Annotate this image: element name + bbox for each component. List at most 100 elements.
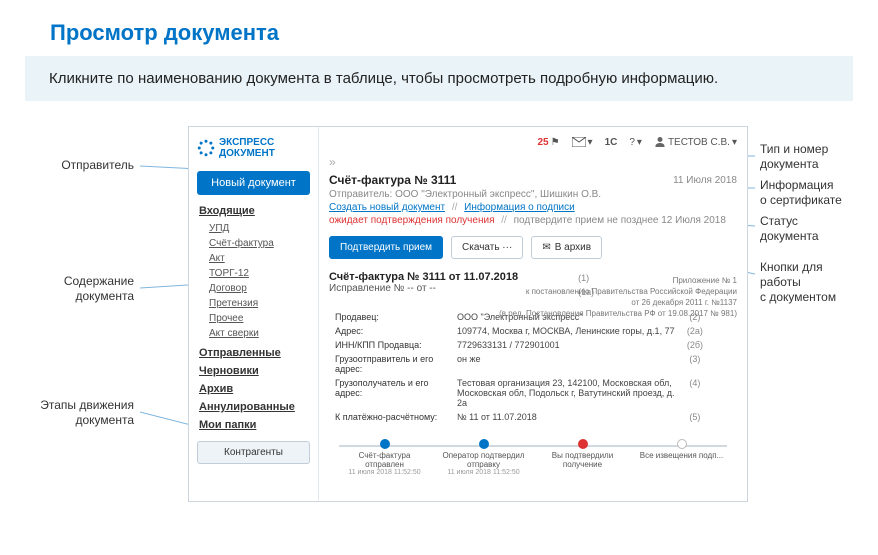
download-button[interactable]: Скачать ··· (451, 236, 523, 259)
doc-links: Создать новый документ // Информация о п… (329, 202, 737, 213)
folders-list: Входящие УПДСчёт-фактураАктТОРГ-12Договор… (189, 205, 318, 431)
callout-steps: Этапы движения документа (24, 398, 134, 428)
notifications-badge[interactable]: 25⚑ (537, 137, 559, 148)
link-separator: // (452, 202, 458, 213)
field-key: Адрес: (331, 325, 451, 337)
help-label: ? (629, 137, 635, 148)
flag-icon: ⚑ (551, 137, 560, 148)
expand-icon[interactable]: » (329, 155, 737, 169)
caret-down-icon: ▾ (637, 137, 642, 148)
folder-item[interactable]: Акт сверки (199, 326, 308, 341)
callout-sender: Отправитель (24, 158, 134, 173)
folder-group[interactable]: Черновики (199, 365, 308, 377)
step-time: 11 июля 2018 11:52:50 (348, 469, 420, 477)
folder-group[interactable]: Аннулированные (199, 401, 308, 413)
doc-body-correction: Исправление № -- от -- (329, 283, 518, 294)
step-dot (380, 439, 390, 449)
confirm-receive-button[interactable]: Подтвердить прием (329, 236, 443, 259)
field-key: К платёжно-расчётному: (331, 411, 451, 423)
step-label: Все извещения подп... (637, 451, 727, 460)
top-toolbar: 25⚑ ▾ 1С ? ▾ ТЕСТОВ С.В. ▾ (329, 133, 737, 151)
field-row: Адрес:109774, Москва г, МОСКВА, Ленински… (331, 325, 707, 337)
step-node: Счёт-фактура отправлен11 июля 2018 11:52… (335, 439, 434, 477)
field-value: 109774, Москва г, МОСКВА, Ленинские горы… (453, 325, 681, 337)
step-label: Вы подтвердили получение (538, 451, 628, 469)
logo-line1: ЭКСПРЕСС (219, 137, 275, 148)
envelope-icon: ✉ (542, 242, 550, 253)
callout-type-number: Тип и номер документа (760, 142, 870, 172)
callout-buttons: Кнопки для работы с документом (760, 260, 870, 305)
sender-line: Отправитель: ООО "Электронный экспресс",… (329, 189, 737, 200)
help-button[interactable]: ? ▾ (629, 137, 642, 148)
field-idx: (2а) (683, 325, 707, 337)
caret-down-icon: ▾ (732, 137, 737, 148)
user-menu[interactable]: ТЕСТОВ С.В. ▾ (654, 136, 737, 148)
document-date: 11 Июля 2018 (673, 175, 737, 186)
field-key: Продавец: (331, 311, 451, 323)
page-hint: Кликните по наименованию документа в таб… (25, 56, 853, 101)
contractors-button[interactable]: Контрагенты (197, 441, 310, 464)
field-key: Грузополучатель и его адрес: (331, 377, 451, 409)
field-idx: (5) (683, 411, 707, 423)
folder-item[interactable]: Прочее (199, 311, 308, 326)
folder-item[interactable]: Счёт-фактура (199, 236, 308, 251)
field-row: К платёжно-расчётному:№ 11 от 11.07.2018… (331, 411, 707, 423)
folder-group[interactable]: Отправленные (199, 347, 308, 359)
user-name: ТЕСТОВ С.В. (668, 137, 730, 148)
regulatory-note: Приложение № 1к постановлению Правительс… (499, 275, 737, 319)
doc-fields-table: Продавец:ООО "Электронный экспресс"(2)Ад… (329, 309, 709, 425)
field-value: 7729633131 / 772901001 (453, 339, 681, 351)
create-new-doc-link[interactable]: Создать новый документ (329, 202, 445, 213)
step-dot (479, 439, 489, 449)
callout-cert-info: Информация о сертификате (760, 178, 870, 208)
field-key: ИНН/КПП Продавца: (331, 339, 451, 351)
step-label: Оператор подтвердил отправку (439, 451, 529, 469)
folder-item[interactable]: УПД (199, 221, 308, 236)
status-note: подтвердите прием не позднее 12 Июля 201… (514, 215, 726, 226)
folder-item[interactable]: Претензия (199, 296, 308, 311)
folder-item[interactable]: Акт (199, 251, 308, 266)
snowflake-icon (197, 139, 215, 157)
doc-body-title: Счёт-фактура № 3111 от 11.07.2018 (329, 271, 518, 283)
folder-group[interactable]: Входящие (199, 205, 308, 217)
logo-line2: ДОКУМЕНТ (219, 148, 275, 159)
sidebar: ЭКСПРЕСС ДОКУМЕНТ Новый документ Входящи… (189, 127, 319, 501)
field-value: Тестовая организация 23, 142100, Московс… (453, 377, 681, 409)
field-row: ИНН/КПП Продавца:7729633131 / 772901001(… (331, 339, 707, 351)
diagram: Отправитель Содержание документа Этапы д… (0, 126, 878, 526)
callout-content: Содержание документа (24, 274, 134, 304)
main-pane: 25⚑ ▾ 1С ? ▾ ТЕСТОВ С.В. ▾ » Счёт-фактур… (319, 127, 747, 501)
folder-item[interactable]: Договор (199, 281, 308, 296)
user-icon (654, 136, 666, 148)
step-node: Все извещения подп... (632, 439, 731, 477)
field-value: он же (453, 353, 681, 375)
status-waiting: ожидает подтверждения получения (329, 215, 494, 226)
field-value: № 11 от 11.07.2018 (453, 411, 681, 423)
status-line: ожидает подтверждения получения // подтв… (329, 215, 737, 226)
signature-info-link[interactable]: Информация о подписи (464, 202, 575, 213)
one-c-button[interactable]: 1С (605, 137, 618, 148)
archive-button[interactable]: ✉В архив (531, 236, 602, 259)
step-dot (578, 439, 588, 449)
document-title: Счёт-фактура № 3111 (329, 173, 456, 187)
folder-group[interactable]: Мои папки (199, 419, 308, 431)
step-dot (677, 439, 687, 449)
field-row: Грузоотправитель и его адрес:он же(3) (331, 353, 707, 375)
app-window: ЭКСПРЕСС ДОКУМЕНТ Новый документ Входящи… (188, 126, 748, 502)
new-document-button[interactable]: Новый документ (197, 171, 310, 195)
field-idx: (3) (683, 353, 707, 375)
mail-icon[interactable]: ▾ (572, 137, 593, 148)
status-separator: // (501, 215, 507, 226)
progress-stepper: Счёт-фактура отправлен11 июля 2018 11:52… (329, 439, 737, 473)
field-idx: (2б) (683, 339, 707, 351)
step-time: 11 июля 2018 11:52:50 (447, 469, 519, 477)
action-bar: Подтвердить прием Скачать ··· ✉В архив (329, 236, 737, 259)
page-title: Просмотр документа (0, 0, 878, 56)
field-key: Грузоотправитель и его адрес: (331, 353, 451, 375)
step-node: Вы подтвердили получение (533, 439, 632, 477)
field-row: Грузополучатель и его адрес:Тестовая орг… (331, 377, 707, 409)
badge-count: 25 (537, 137, 548, 148)
folder-item[interactable]: ТОРГ-12 (199, 266, 308, 281)
folder-group[interactable]: Архив (199, 383, 308, 395)
step-node: Оператор подтвердил отправку11 июля 2018… (434, 439, 533, 477)
